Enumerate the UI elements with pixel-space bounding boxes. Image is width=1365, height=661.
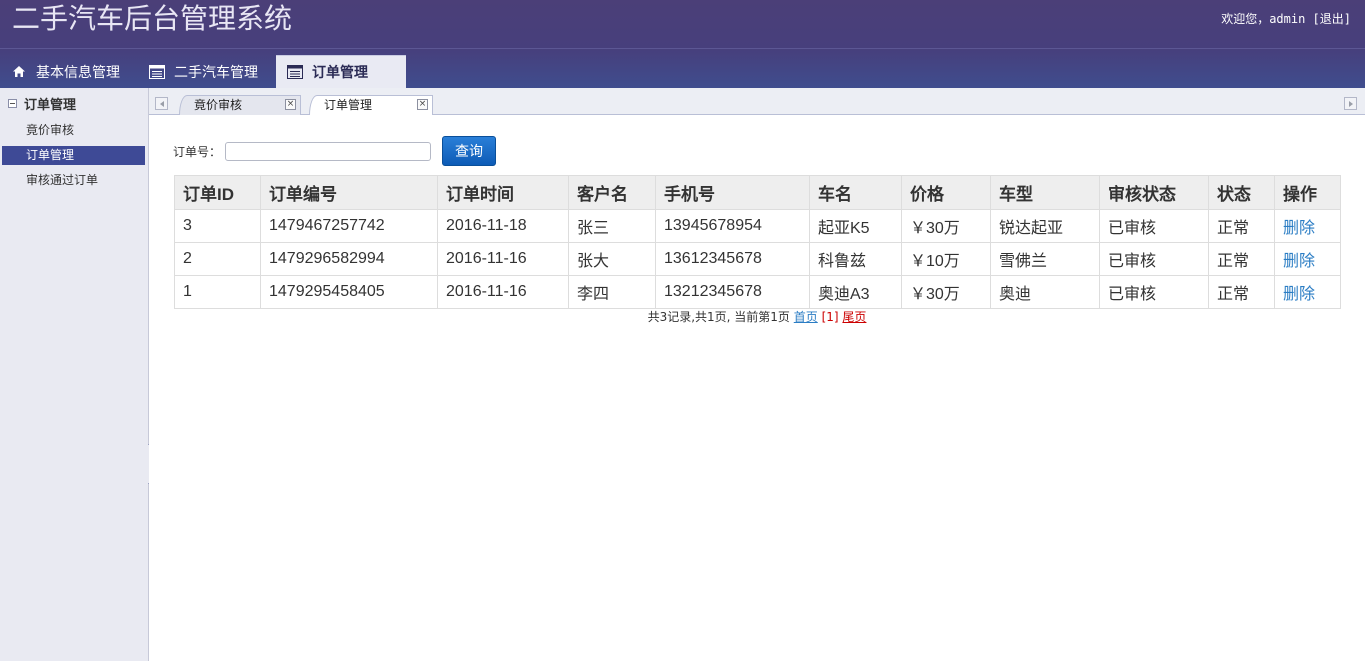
cell-status: 正常 <box>1208 275 1275 309</box>
cell-customer: 李四 <box>568 275 656 309</box>
cell-audit-status: 已审核 <box>1099 209 1209 243</box>
tab-label: 订单管理 <box>324 98 373 112</box>
top-tab-label: 二手汽车管理 <box>174 64 258 81</box>
sidebar: 订单管理 竟价审核 订单管理 审核通过订单 <box>0 88 149 661</box>
cell-action: 删除 <box>1274 242 1341 276</box>
top-tab-basic-info[interactable]: 基本信息管理 <box>0 55 130 88</box>
cell-customer: 张三 <box>568 209 656 243</box>
top-tab-orders[interactable]: 订单管理 <box>276 55 406 88</box>
cell-status: 正常 <box>1208 209 1275 243</box>
delete-link[interactable]: 删除 <box>1283 253 1315 270</box>
app-header: 二手汽车后台管理系统 欢迎您，admin [退出] 基本信息管理 二手汽车管理 … <box>0 0 1365 88</box>
cell-price: ￥30万 <box>901 209 991 243</box>
main-content: 订单号： 查询 订单ID 订单编号 订单时间 客户名 手机号 车名 价格 车型 … <box>149 115 1365 661</box>
cell-customer: 张大 <box>568 242 656 276</box>
col-phone: 手机号 <box>655 175 810 210</box>
cell-car-model: 雪佛兰 <box>990 242 1100 276</box>
cell-status: 正常 <box>1208 242 1275 276</box>
col-action: 操作 <box>1274 175 1341 210</box>
user-info: 欢迎您，admin [退出] <box>1221 10 1351 27</box>
cell-phone: 13612345678 <box>655 242 810 276</box>
pagination-summary: 共3记录,共1页, 当前第1页 <box>647 310 790 324</box>
welcome-text: 欢迎您，admin <box>1221 12 1306 26</box>
table-row: 2 1479296582994 2016-11-16 张大 1361234567… <box>174 242 1341 276</box>
cell-car-model: 奥迪 <box>990 275 1100 309</box>
col-order-number: 订单编号 <box>260 175 438 210</box>
col-status: 状态 <box>1208 175 1275 210</box>
first-page-link[interactable]: 首页 <box>794 310 818 324</box>
top-tab-label: 订单管理 <box>312 65 368 81</box>
home-icon <box>10 64 28 80</box>
query-button[interactable]: 查询 <box>442 136 497 166</box>
current-page: [1] <box>821 310 839 324</box>
pagination: 共3记录,共1页, 当前第1页 首页 [1] 尾页 <box>149 308 1365 325</box>
sidebar-title: 订单管理 <box>24 97 77 113</box>
order-number-label: 订单号： <box>173 144 222 159</box>
tab-scroll-right-button[interactable] <box>1344 97 1357 110</box>
search-bar: 订单号： 查询 <box>173 136 497 166</box>
cell-order-id: 2 <box>174 242 261 276</box>
col-order-time: 订单时间 <box>437 175 569 210</box>
tab-strip: 竟价审核 × 订单管理 × <box>149 88 1365 116</box>
cell-audit-status: 已审核 <box>1099 242 1209 276</box>
col-customer: 客户名 <box>568 175 656 210</box>
sidebar-item-approved-orders[interactable]: 审核通过订单 <box>2 171 145 190</box>
col-price: 价格 <box>901 175 991 210</box>
top-tab-label: 基本信息管理 <box>36 64 120 81</box>
cell-order-number: 1479467257742 <box>260 209 438 243</box>
table-row: 1 1479295458405 2016-11-16 李四 1321234567… <box>174 275 1341 309</box>
cell-order-time: 2016-11-16 <box>437 275 569 309</box>
cell-action: 删除 <box>1274 209 1341 243</box>
header-divider <box>0 48 1365 49</box>
cell-order-time: 2016-11-18 <box>437 209 569 243</box>
table-row: 3 1479467257742 2016-11-18 张三 1394567895… <box>174 209 1341 243</box>
close-icon[interactable]: × <box>417 99 428 110</box>
logout-link[interactable]: [退出] <box>1313 12 1351 26</box>
collapse-minus-icon[interactable] <box>8 98 17 108</box>
tab-scroll-left-button[interactable] <box>155 97 168 110</box>
tab-bid-review[interactable]: 竟价审核 × <box>179 95 301 115</box>
cell-order-number: 1479295458405 <box>260 275 438 309</box>
delete-link[interactable]: 删除 <box>1283 220 1315 237</box>
arrow-right-icon <box>1348 100 1353 107</box>
tab-order-management[interactable]: 订单管理 × <box>309 95 433 116</box>
cell-order-number: 1479296582994 <box>260 242 438 276</box>
cell-price: ￥10万 <box>901 242 991 276</box>
cell-phone: 13945678954 <box>655 209 810 243</box>
cell-car-name: 科鲁兹 <box>809 242 902 276</box>
sidebar-header[interactable]: 订单管理 <box>0 88 148 118</box>
order-number-input[interactable] <box>225 141 432 161</box>
sidebar-item-bid-review[interactable]: 竟价审核 <box>2 121 145 140</box>
cell-car-name: 起亚K5 <box>809 209 902 243</box>
cell-order-time: 2016-11-16 <box>437 242 569 276</box>
cell-order-id: 1 <box>174 275 261 309</box>
sidebar-item-order-management[interactable]: 订单管理 <box>2 146 145 165</box>
top-tab-used-car[interactable]: 二手汽车管理 <box>138 55 268 88</box>
col-audit-status: 审核状态 <box>1099 175 1209 210</box>
cell-car-name: 奥迪A3 <box>809 275 902 309</box>
cell-audit-status: 已审核 <box>1099 275 1209 309</box>
tab-label: 竟价审核 <box>194 98 243 112</box>
col-car-model: 车型 <box>990 175 1100 210</box>
cell-car-model: 锐达起亚 <box>990 209 1100 243</box>
list-icon <box>148 64 166 80</box>
close-icon[interactable]: × <box>285 99 296 110</box>
cell-phone: 13212345678 <box>655 275 810 309</box>
col-car-name: 车名 <box>809 175 902 210</box>
delete-link[interactable]: 删除 <box>1283 286 1315 303</box>
cell-price: ￥30万 <box>901 275 991 309</box>
arrow-left-icon <box>159 100 164 107</box>
list-icon <box>286 64 304 80</box>
cell-order-id: 3 <box>174 209 261 243</box>
col-order-id: 订单ID <box>174 175 261 210</box>
app-title: 二手汽车后台管理系统 <box>12 2 293 35</box>
last-page-link[interactable]: 尾页 <box>842 310 866 324</box>
orders-table: 订单ID 订单编号 订单时间 客户名 手机号 车名 价格 车型 审核状态 状态 … <box>174 175 1341 309</box>
table-header-row: 订单ID 订单编号 订单时间 客户名 手机号 车名 价格 车型 审核状态 状态 … <box>174 175 1341 210</box>
cell-action: 删除 <box>1274 275 1341 309</box>
top-nav: 基本信息管理 二手汽车管理 订单管理 <box>0 55 414 88</box>
